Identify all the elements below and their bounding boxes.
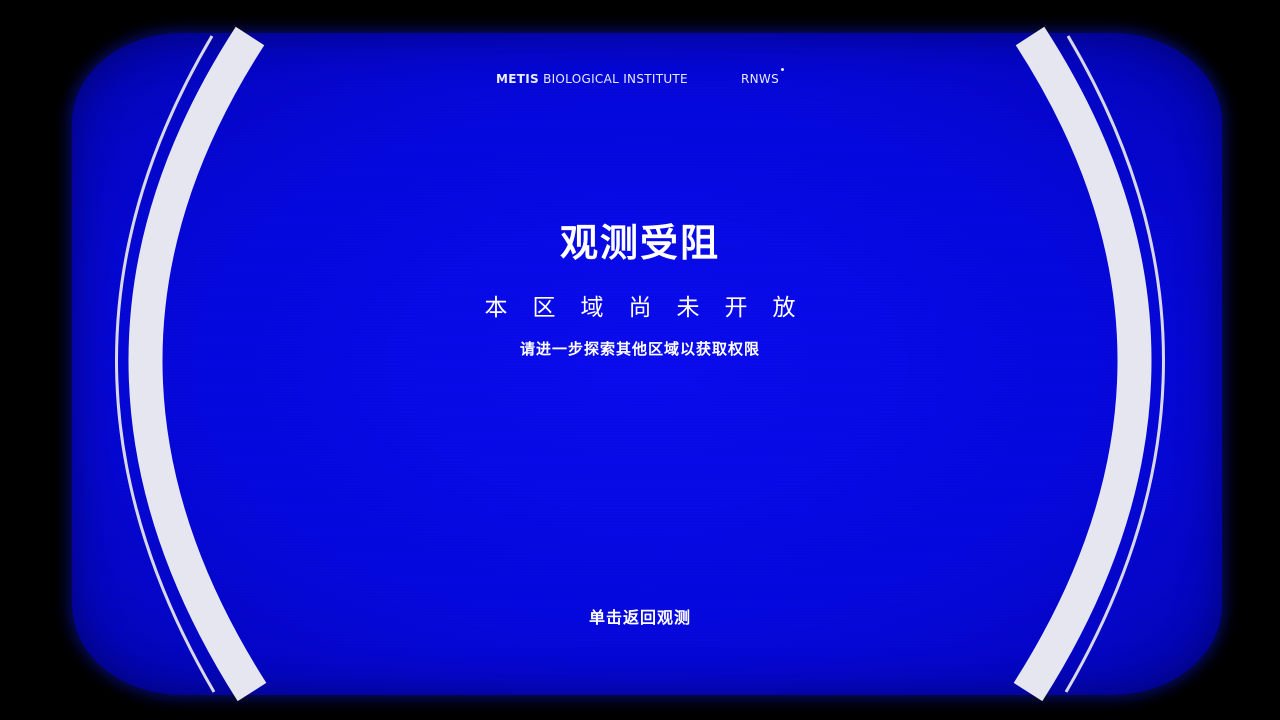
page-title: 观测受阻 — [559, 221, 720, 265]
institute-brand: METIS BIOLOGICAL INSTITUTE — [496, 72, 688, 86]
crt-display: METIS BIOLOGICAL INSTITUTE RNWS 观测受阻 本区域… — [0, 0, 1280, 720]
brand-strong: METIS — [496, 72, 539, 86]
station-code: RNWS — [741, 72, 779, 86]
return-to-observation-button[interactable]: 单击返回观测 — [560, 604, 720, 628]
page-subtitle: 本区域尚未开放 — [484, 295, 821, 321]
scanline-overlay — [72, 33, 1222, 695]
screen-panel — [72, 33, 1222, 695]
access-hint: 请进一步探索其他区域以获取权限 — [519, 340, 760, 358]
header-bar: METIS BIOLOGICAL INSTITUTE RNWS — [0, 68, 1280, 90]
brand-rest: BIOLOGICAL INSTITUTE — [543, 72, 688, 86]
status-dot-icon — [781, 68, 784, 71]
